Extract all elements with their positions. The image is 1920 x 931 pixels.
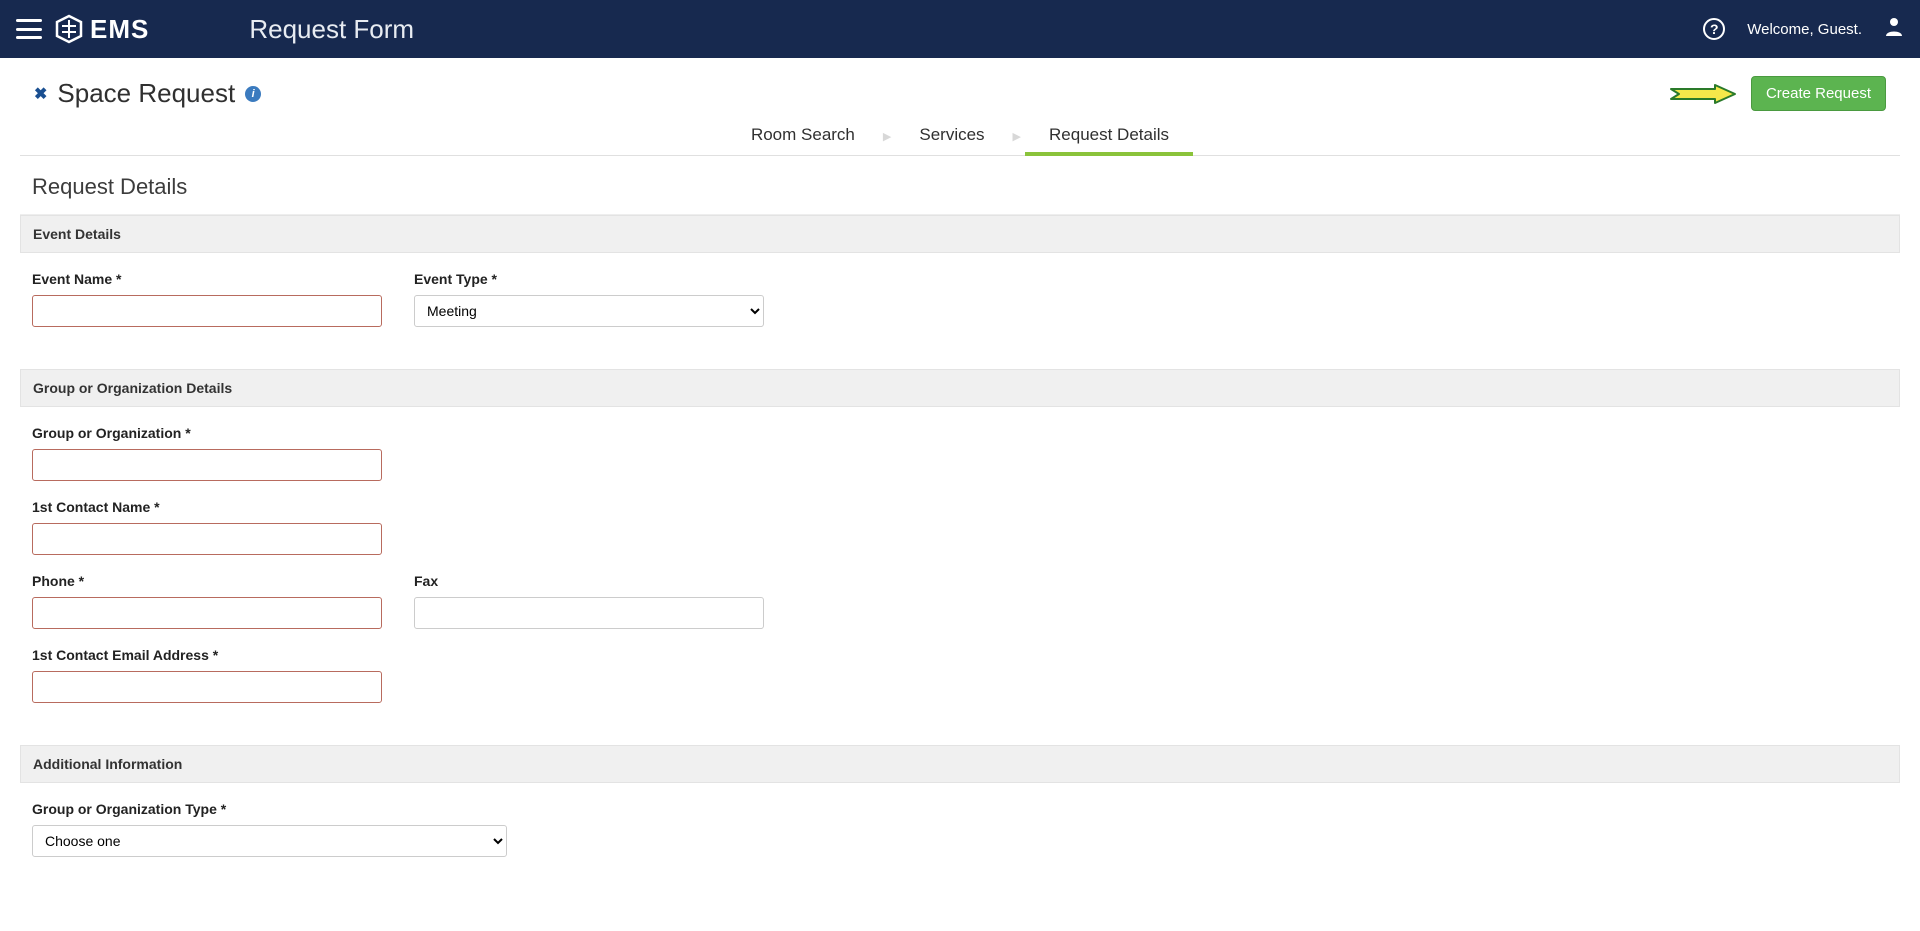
section-title: Request Details <box>20 156 1900 215</box>
panel-header-additional: Additional Information <box>20 745 1900 783</box>
panel-header-group-details: Group or Organization Details <box>20 369 1900 407</box>
page-title: Request Form <box>249 14 414 45</box>
logo-icon <box>54 14 84 44</box>
email-input[interactable] <box>32 671 382 703</box>
chevron-right-icon: ▶ <box>1009 117 1025 155</box>
email-label: 1st Contact Email Address * <box>32 647 382 663</box>
info-icon[interactable]: i <box>245 86 261 102</box>
top-bar: EMS Request Form ? Welcome, Guest. <box>0 0 1920 58</box>
brand-text: EMS <box>90 14 149 45</box>
event-type-select[interactable]: Meeting <box>414 295 764 327</box>
panel-body-group-details: Group or Organization * 1st Contact Name… <box>20 407 1900 745</box>
group-type-select[interactable]: Choose one <box>32 825 507 857</box>
fax-input[interactable] <box>414 597 764 629</box>
panel-body-event-details: Event Name * Event Type * Meeting <box>20 253 1900 369</box>
panel-header-event-details: Event Details <box>20 215 1900 253</box>
event-type-label: Event Type * <box>414 271 764 287</box>
chevron-right-icon: ▶ <box>879 117 895 155</box>
phone-label: Phone * <box>32 573 382 589</box>
group-org-label: Group or Organization * <box>32 425 382 441</box>
arrow-annotation-icon <box>1669 81 1739 107</box>
space-request-title: Space Request <box>57 78 235 109</box>
tab-room-search[interactable]: Room Search <box>727 117 879 155</box>
event-name-input[interactable] <box>32 295 382 327</box>
tabs: Room Search ▶ Services ▶ Request Details <box>20 117 1900 156</box>
user-icon[interactable] <box>1884 16 1904 42</box>
tab-services[interactable]: Services <box>895 117 1008 155</box>
event-name-label: Event Name * <box>32 271 382 287</box>
close-icon[interactable]: ✖ <box>34 84 47 104</box>
welcome-text: Welcome, Guest. <box>1747 21 1862 38</box>
create-request-button[interactable]: Create Request <box>1751 76 1886 111</box>
tab-request-details[interactable]: Request Details <box>1025 117 1193 155</box>
help-icon[interactable]: ? <box>1703 18 1725 40</box>
title-bar: ✖ Space Request i Create Request <box>20 58 1900 113</box>
fax-label: Fax <box>414 573 764 589</box>
group-org-input[interactable] <box>32 449 382 481</box>
phone-input[interactable] <box>32 597 382 629</box>
group-type-label: Group or Organization Type * <box>32 801 507 817</box>
menu-icon[interactable] <box>16 19 42 39</box>
contact-name-label: 1st Contact Name * <box>32 499 382 515</box>
contact-name-input[interactable] <box>32 523 382 555</box>
panel-body-additional: Group or Organization Type * Choose one <box>20 783 1900 857</box>
logo[interactable]: EMS <box>54 14 149 45</box>
